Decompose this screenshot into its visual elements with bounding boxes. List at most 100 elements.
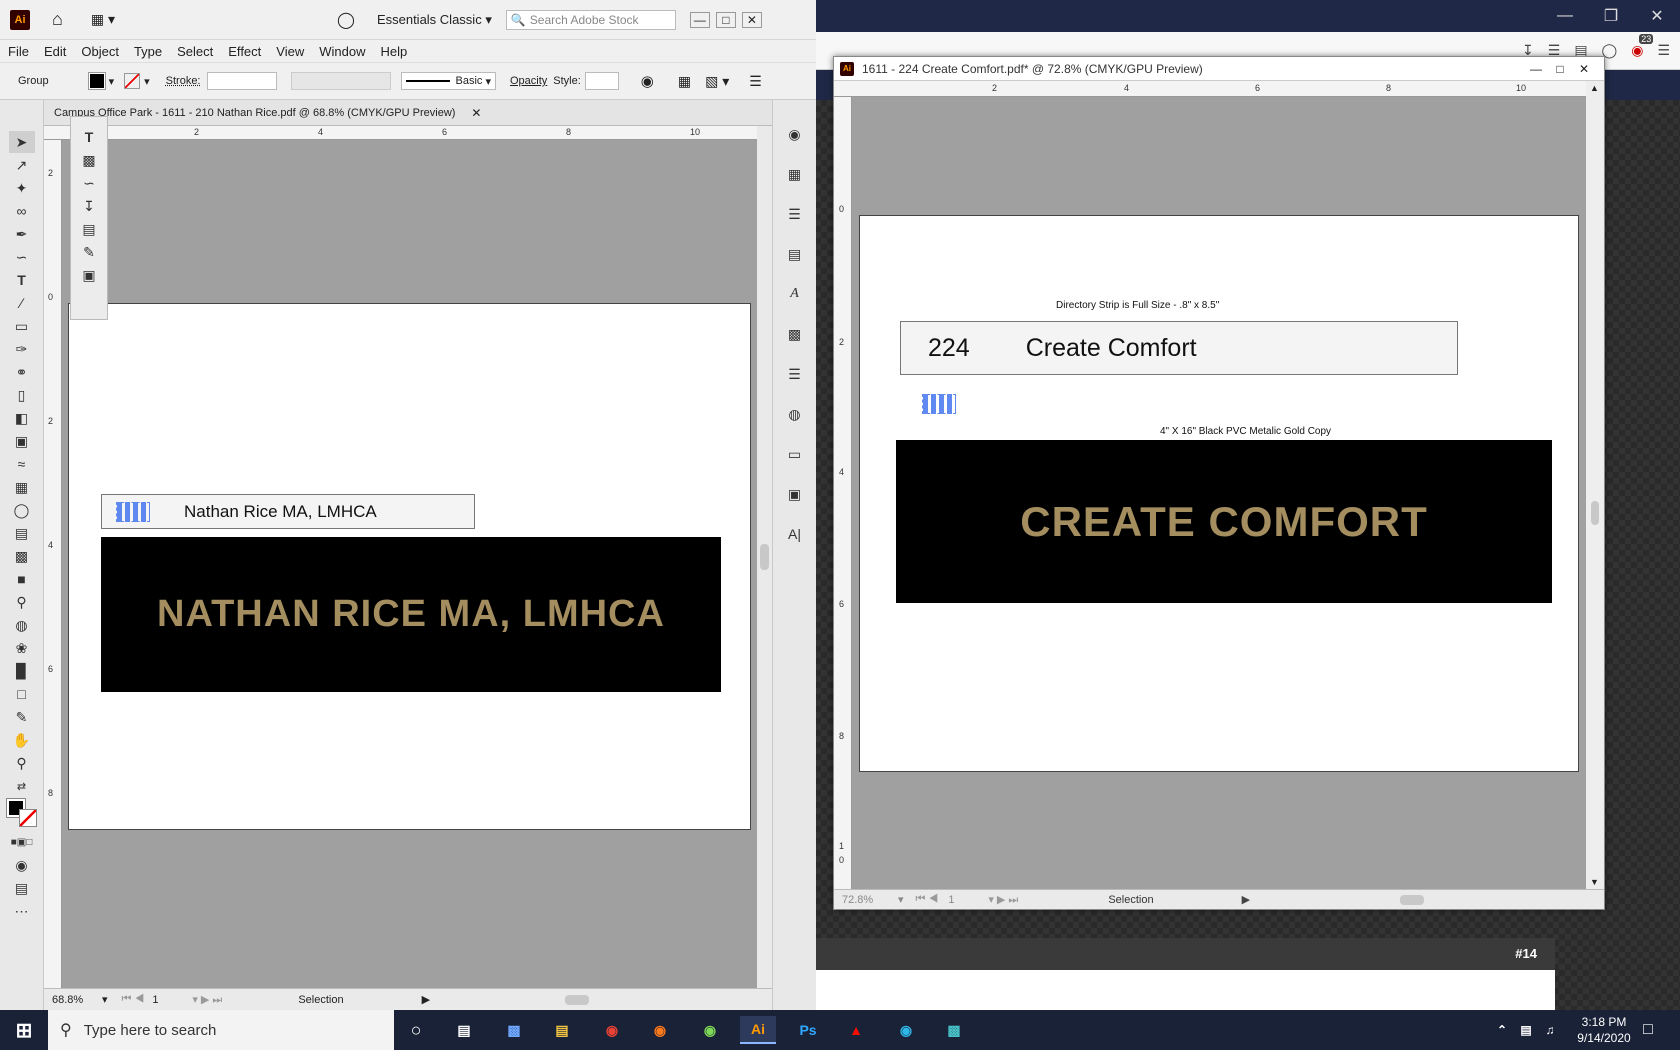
stroke-swatch[interactable] bbox=[124, 73, 141, 89]
edge-icon[interactable]: ◉ bbox=[888, 1016, 924, 1044]
area-type-tool-icon[interactable]: ▩ bbox=[76, 149, 102, 171]
stock-search[interactable]: 🔍 Search Adobe Stock bbox=[505, 9, 676, 30]
column-graph-tool-icon[interactable]: ▉ bbox=[9, 660, 35, 682]
illustrator-taskbar-icon[interactable]: Ai bbox=[740, 1016, 776, 1044]
line-tool-icon[interactable]: ∕ bbox=[9, 292, 35, 314]
chevron-down-icon[interactable]: ▾ bbox=[102, 993, 108, 1006]
more-tools-icon[interactable]: ⋯ bbox=[9, 900, 35, 922]
photoshop-taskbar-icon[interactable]: Ps bbox=[790, 1016, 826, 1044]
close-tab-icon[interactable]: ✕ bbox=[471, 106, 481, 120]
chrome-icon[interactable]: ◉ bbox=[594, 1016, 630, 1044]
hand-tool-icon[interactable]: ✋ bbox=[9, 729, 35, 751]
menu-effect[interactable]: Effect bbox=[228, 44, 261, 59]
lightbulb-icon[interactable]: ◯ bbox=[337, 10, 355, 30]
paragraph-panel-icon[interactable]: A| bbox=[782, 523, 808, 545]
panel-menu-icon[interactable]: ☰ bbox=[749, 73, 762, 90]
mesh-tool-icon[interactable]: ▩ bbox=[9, 545, 35, 567]
screen-mode-icon[interactable]: ▤ bbox=[9, 877, 35, 899]
brush-definition[interactable]: Basic ▾ bbox=[400, 72, 496, 90]
lasso-tool-icon[interactable]: ∞ bbox=[9, 200, 35, 222]
maximize-icon[interactable]: □ bbox=[715, 11, 736, 28]
perspective-grid-tool-icon[interactable]: ▤ bbox=[9, 522, 35, 544]
fill-stroke-swatches[interactable] bbox=[5, 798, 39, 829]
menu-view[interactable]: View bbox=[276, 44, 304, 59]
zoom-tool-icon[interactable]: ⚲ bbox=[9, 752, 35, 774]
artboard[interactable]: Directory Strip is Full Size - .8" x 8.5… bbox=[859, 215, 1579, 772]
transform-panel-icon[interactable]: ▣ bbox=[782, 483, 808, 505]
transparency-panel-icon[interactable]: ▦ bbox=[782, 163, 808, 185]
menu-object[interactable]: Object bbox=[81, 44, 119, 59]
windows-start-icon[interactable]: ⊞ bbox=[6, 1016, 42, 1044]
reflect-tool-icon[interactable]: ◧ bbox=[9, 407, 35, 429]
directory-strip[interactable]: 224 Create Comfort bbox=[900, 321, 1458, 375]
arrange-documents-icon[interactable]: ▦ ▾ bbox=[91, 11, 115, 28]
magic-wand-tool-icon[interactable]: ✦ bbox=[9, 177, 35, 199]
calculator-icon[interactable]: ▩ bbox=[496, 1016, 532, 1044]
symbol-sprayer-tool-icon[interactable]: ❀ bbox=[9, 637, 35, 659]
slice-tool-icon[interactable]: ✎ bbox=[9, 706, 35, 728]
shaper-tool-icon[interactable]: ⚭ bbox=[9, 361, 35, 383]
gradient-tool-icon[interactable]: ■ bbox=[9, 568, 35, 590]
selected-group-marker[interactable] bbox=[922, 394, 956, 414]
artboard[interactable]: Nathan Rice MA, LMHCA NATHAN RICE MA, LM… bbox=[68, 303, 751, 830]
transform-icon[interactable]: ▧ ▾ bbox=[705, 73, 729, 90]
menu-type[interactable]: Type bbox=[134, 44, 162, 59]
app-icon[interactable]: ▩ bbox=[936, 1016, 972, 1044]
fill-swatch[interactable] bbox=[87, 72, 106, 90]
directory-strip[interactable]: Nathan Rice MA, LMHCA bbox=[101, 494, 475, 529]
app-icon[interactable]: ◉ bbox=[692, 1016, 728, 1044]
page-nav-first-icon[interactable]: ⏮ ◀ bbox=[122, 993, 145, 1006]
curvature-tool-icon[interactable]: ∽ bbox=[9, 246, 35, 268]
chevron-down-icon[interactable]: ▾ bbox=[109, 75, 115, 88]
notification-icon[interactable]: □ bbox=[1630, 1016, 1666, 1044]
appearance-panel-icon[interactable]: ◍ bbox=[782, 403, 808, 425]
vertical-area-type-tool-icon[interactable]: ▤ bbox=[76, 218, 102, 240]
eraser-tool-icon[interactable]: ▯ bbox=[9, 384, 35, 406]
type-tool-icon[interactable]: T bbox=[9, 269, 35, 291]
minimize-icon[interactable]: — bbox=[1524, 62, 1548, 76]
horizontal-scrollbar[interactable] bbox=[450, 994, 700, 1006]
graphic-style-select[interactable] bbox=[584, 72, 619, 90]
stroke-weight-input[interactable] bbox=[206, 72, 277, 90]
task-view-icon[interactable]: ▤ bbox=[446, 1016, 482, 1044]
free-transform-tool-icon[interactable]: ▦ bbox=[9, 476, 35, 498]
scroll-down-icon[interactable]: ▼ bbox=[1590, 877, 1599, 887]
scroll-thumb[interactable] bbox=[1591, 501, 1599, 525]
volume-icon[interactable]: ♫ bbox=[1532, 1016, 1568, 1044]
selected-group-marker[interactable] bbox=[116, 501, 150, 522]
cortana-icon[interactable]: ○ bbox=[398, 1016, 434, 1044]
close-icon[interactable]: ✕ bbox=[741, 11, 762, 28]
minimize-icon[interactable]: — bbox=[689, 11, 710, 28]
zoom-level[interactable]: 72.8% bbox=[842, 894, 898, 906]
menu-icon[interactable]: ☰ bbox=[1657, 42, 1670, 59]
rectangle-tool-icon[interactable]: ▭ bbox=[9, 315, 35, 337]
artboard-tool-icon[interactable]: □ bbox=[9, 683, 35, 705]
color-mode-icons[interactable]: ■▣□ bbox=[9, 831, 35, 853]
menu-edit[interactable]: Edit bbox=[44, 44, 66, 59]
stroke-color-swatch[interactable] bbox=[18, 809, 37, 827]
status-arrow-icon[interactable]: ▶ bbox=[1242, 893, 1250, 906]
status-mode[interactable]: Selection bbox=[1108, 894, 1153, 906]
scroll-thumb[interactable] bbox=[760, 544, 769, 570]
file-explorer-icon[interactable]: ▤ bbox=[544, 1016, 580, 1044]
menu-select[interactable]: Select bbox=[177, 44, 213, 59]
horizontal-scrollbar[interactable] bbox=[1260, 894, 1550, 906]
chevron-down-icon[interactable]: ▾ bbox=[898, 893, 904, 906]
align-panel-icon[interactable]: ▤ bbox=[782, 243, 808, 265]
close-icon[interactable]: ✕ bbox=[1634, 6, 1680, 26]
pen-tool-icon[interactable]: ✒ bbox=[9, 223, 35, 245]
menu-help[interactable]: Help bbox=[380, 44, 407, 59]
menu-window[interactable]: Window bbox=[319, 44, 365, 59]
firefox-icon[interactable]: ◉ bbox=[642, 1016, 678, 1044]
recolor-icon[interactable]: ◉ bbox=[641, 72, 654, 90]
layers-panel-icon[interactable]: ☰ bbox=[782, 203, 808, 225]
swatches-panel-icon[interactable]: ▩ bbox=[782, 323, 808, 345]
stroke-panel-icon[interactable]: ☰ bbox=[782, 363, 808, 385]
type-on-path-tool-icon[interactable]: ∽ bbox=[76, 172, 102, 194]
character-panel-icon[interactable]: A bbox=[782, 283, 808, 305]
close-icon[interactable]: ✕ bbox=[1572, 62, 1596, 76]
acrobat-icon[interactable]: ▲ bbox=[838, 1016, 874, 1044]
variable-width-select[interactable] bbox=[290, 72, 391, 90]
vertical-scrollbar[interactable] bbox=[757, 126, 772, 988]
direct-selection-tool-icon[interactable]: ↗ bbox=[9, 154, 35, 176]
